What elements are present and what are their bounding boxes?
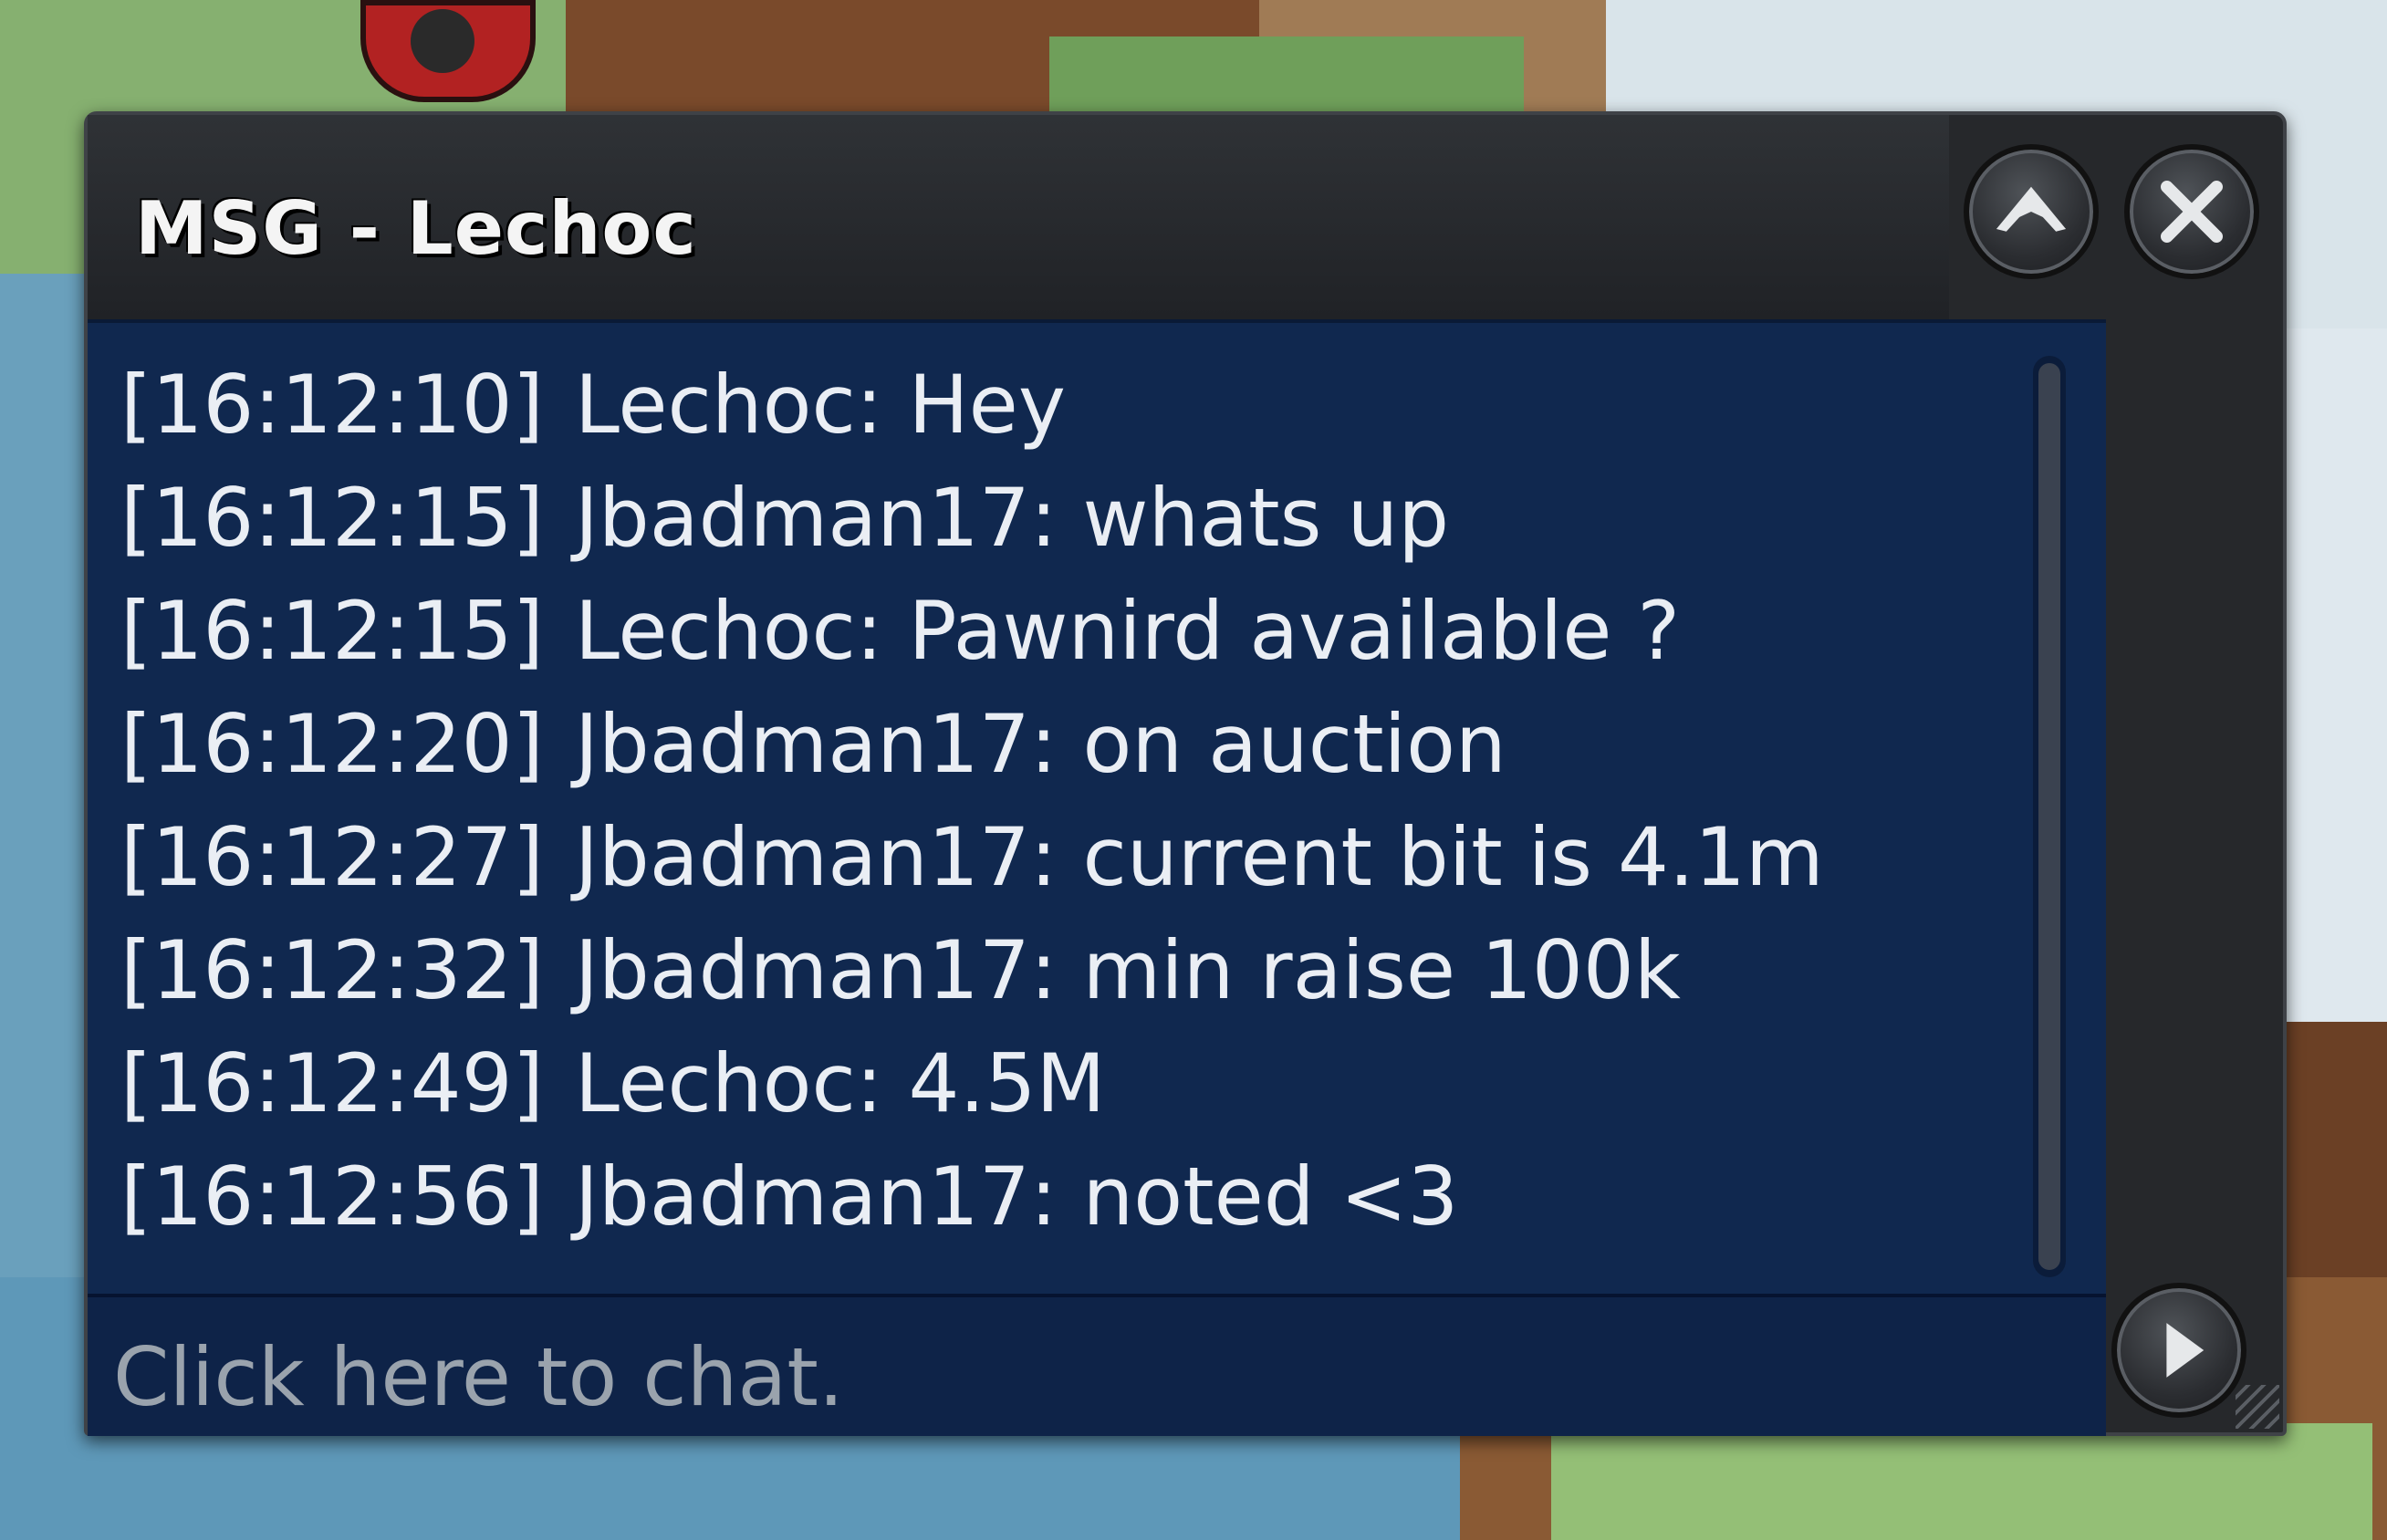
chat-scrollbar-thumb[interactable] xyxy=(2038,363,2060,1270)
message-text: Lechoc: Hey xyxy=(574,358,1066,452)
message-timestamp: [16:12:20] xyxy=(120,697,544,791)
chat-input[interactable]: Click here to chat. xyxy=(88,1294,2106,1436)
message-text: Jbadman17: min raise 100k xyxy=(574,923,1681,1017)
message-text: Jbadman17: noted <3 xyxy=(574,1150,1459,1243)
map-foliage xyxy=(1049,36,1524,119)
message-timestamp: [16:12:27] xyxy=(120,810,544,904)
message-text: Lechoc: Pawnird available ? xyxy=(574,584,1681,678)
window-title: MSG - Lechoc xyxy=(135,186,697,271)
message-timestamp: [16:12:32] xyxy=(120,923,544,1017)
chat-message: [16:12:56] Jbadman17: noted <3 xyxy=(120,1140,1489,1254)
chat-message: [16:12:27] Jbadman17: current bit is 4.1m xyxy=(120,801,1855,914)
close-button[interactable] xyxy=(2124,144,2259,279)
message-text: Jbadman17: on auction xyxy=(574,697,1506,791)
message-timestamp: [16:12:49] xyxy=(120,1036,544,1130)
message-timestamp: [16:12:10] xyxy=(120,358,544,452)
message-text: Lechoc: 4.5M xyxy=(574,1036,1106,1130)
message-timestamp: [16:12:56] xyxy=(120,1150,544,1243)
chat-message: [16:12:32] Jbadman17: min raise 100k xyxy=(120,914,1712,1027)
chevron-up-icon xyxy=(1996,186,2067,232)
chat-log[interactable]: [16:12:10] Lechoc: Hey [16:12:15] Jbadman1… xyxy=(88,319,2106,1294)
resize-grip-icon[interactable] xyxy=(2236,1385,2279,1429)
message-text: Jbadman17: whats up xyxy=(574,471,1450,565)
message-timestamp: [16:12:15] xyxy=(120,584,544,678)
chat-message: [16:12:15] Jbadman17: whats up xyxy=(120,462,1480,575)
message-text: Jbadman17: current bit is 4.1m xyxy=(574,810,1824,904)
send-button[interactable] xyxy=(2111,1283,2246,1418)
map-wood-platform xyxy=(2281,1022,2387,1277)
chat-message: [16:12:20] Jbadman17: on auction xyxy=(120,688,1537,801)
close-icon xyxy=(2161,181,2223,243)
chat-message: [16:12:49] Lechoc: 4.5M xyxy=(120,1027,1136,1140)
private-message-window: MSG - Lechoc [16:12:10] Lechoc: Hey [16:1… xyxy=(84,111,2287,1436)
player-character-sprite xyxy=(360,0,536,109)
minimize-button[interactable] xyxy=(1964,144,2099,279)
message-timestamp: [16:12:15] xyxy=(120,471,544,565)
chat-input-placeholder: Click here to chat. xyxy=(113,1330,844,1424)
chat-message: [16:12:15] Lechoc: Pawnird available ? xyxy=(120,575,1711,688)
map-grass xyxy=(1551,1423,2372,1540)
window-title-bar[interactable]: MSG - Lechoc xyxy=(88,115,1949,319)
play-arrow-icon xyxy=(2166,1323,2205,1378)
chat-message: [16:12:10] Lechoc: Hey xyxy=(120,349,1097,462)
map-snow xyxy=(2281,328,2387,1022)
